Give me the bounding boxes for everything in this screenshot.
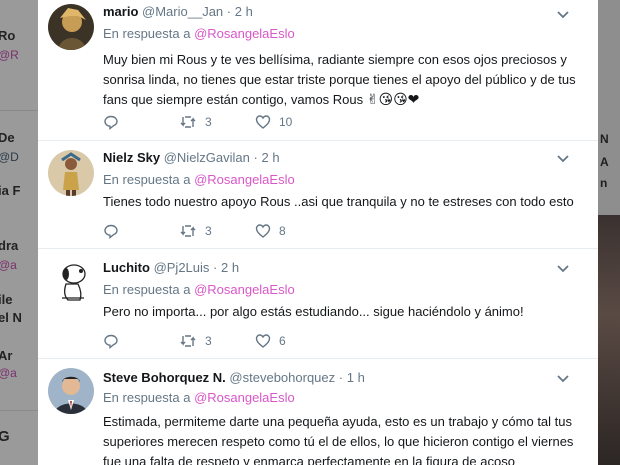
user-handle[interactable]: @Pj2Luis [154, 260, 210, 275]
timestamp[interactable]: 1 h [347, 370, 365, 385]
tweet-header: mario @Mario__Jan · 2 h [103, 4, 253, 19]
user-handle[interactable]: @stevebohorquez [229, 370, 335, 385]
avatar[interactable] [48, 4, 94, 50]
reply-tweet[interactable]: Luchito @Pj2Luis · 2 h En respuesta a @R… [38, 248, 598, 359]
heart-icon[interactable] [255, 333, 271, 349]
user-handle[interactable]: @Mario__Jan [142, 4, 223, 19]
timestamp[interactable]: 2 h [235, 4, 253, 19]
bg-fragment: el N [0, 310, 22, 325]
reply-context: En respuesta a @RosangelaEslo [103, 282, 295, 297]
like-count: 6 [279, 334, 286, 348]
reply-context: En respuesta a @RosangelaEslo [103, 172, 295, 187]
display-name[interactable]: Luchito [103, 260, 150, 275]
like-action[interactable]: 10 [255, 114, 292, 130]
reply-icon[interactable] [103, 223, 119, 239]
bg-fragment: A [600, 155, 609, 169]
reply-tweet[interactable]: mario @Mario__Jan · 2 h En respuesta a @… [38, 0, 598, 141]
reply-action[interactable] [103, 333, 119, 349]
bg-fragment: ile [0, 292, 13, 307]
mention-link[interactable]: @RosangelaEslo [194, 282, 295, 297]
bg-fragment: @a [0, 366, 17, 380]
background-timeline-right: N A n [598, 0, 620, 465]
user-handle[interactable]: @NielzGavilan [164, 150, 250, 165]
tweet-header: Luchito @Pj2Luis · 2 h [103, 260, 239, 275]
bg-fragment: De [0, 130, 15, 145]
reply-context: En respuesta a @RosangelaEslo [103, 26, 295, 41]
separator-dot: · [213, 260, 218, 275]
bg-fragment: @R [0, 48, 19, 62]
bg-fragment: N [600, 132, 609, 146]
emoji-sequence: ✌😘😘❤ [366, 92, 420, 108]
timestamp[interactable]: 2 h [221, 260, 239, 275]
separator-dot: · [253, 150, 258, 165]
display-name[interactable]: Steve Bohorquez N. [103, 370, 226, 385]
retweet-action[interactable]: 3 [179, 223, 212, 239]
tweet-actions: 3 10 [103, 114, 403, 132]
bg-fragment: @D [0, 150, 19, 164]
tweet-actions: 3 8 [103, 223, 403, 241]
tweet-header: Nielz Sky @NielzGavilan · 2 h [103, 150, 280, 165]
bg-fragment: @a [0, 258, 17, 272]
bg-fragment: Ar [0, 348, 13, 363]
tweet-text: Muy bien mi Rous y te ves bellísima, rad… [103, 50, 583, 110]
chevron-down-icon[interactable] [556, 8, 570, 22]
chevron-down-icon[interactable] [556, 262, 570, 276]
bg-fragment: dra [0, 238, 19, 253]
tweet-text: Tienes todo nuestro apoyo Rous ..asi que… [103, 192, 583, 212]
like-count: 8 [279, 224, 286, 238]
retweet-count: 3 [205, 115, 212, 129]
reply-tweet[interactable]: Nielz Sky @NielzGavilan · 2 h En respues… [38, 140, 598, 249]
tweet-text: Pero no importa... por algo estás estudi… [103, 302, 583, 322]
retweet-action[interactable]: 3 [179, 333, 212, 349]
chevron-down-icon[interactable] [556, 372, 570, 386]
display-name[interactable]: mario [103, 4, 138, 19]
retweet-icon[interactable] [179, 114, 197, 130]
bg-fragment: n [600, 176, 608, 190]
tweet-body: Pero no importa... por algo estás estudi… [103, 304, 524, 319]
mention-link[interactable]: @RosangelaEslo [194, 390, 295, 405]
chevron-down-icon[interactable] [556, 152, 570, 166]
reply-context: En respuesta a @RosangelaEslo [103, 390, 295, 405]
tweet-body: Estimada, permiteme darte una pequeña ay… [103, 414, 574, 465]
retweet-icon[interactable] [179, 223, 197, 239]
retweet-icon[interactable] [179, 333, 197, 349]
bg-fragment: G [0, 428, 10, 445]
tweet-body: Muy bien mi Rous y te ves bellísima, rad… [103, 52, 576, 107]
display-name[interactable]: Nielz Sky [103, 150, 160, 165]
background-timeline-left: Ro @R De @D ia F dra @a ile el N Ar @a G [0, 0, 38, 465]
avatar[interactable] [48, 368, 94, 414]
background-photo [598, 215, 620, 465]
tweet-header: Steve Bohorquez N. @stevebohorquez · 1 h [103, 370, 365, 385]
tweet-actions: 3 6 [103, 333, 403, 351]
avatar[interactable] [48, 150, 94, 196]
retweet-action[interactable]: 3 [179, 114, 212, 130]
reply-icon[interactable] [103, 333, 119, 349]
bg-fragment: Ro [0, 28, 16, 43]
like-count: 10 [279, 115, 293, 129]
retweet-count: 3 [205, 334, 212, 348]
reply-action[interactable] [103, 223, 119, 239]
mention-link[interactable]: @RosangelaEslo [194, 26, 295, 41]
separator-dot: · [226, 4, 232, 19]
reply-tweet[interactable]: Steve Bohorquez N. @stevebohorquez · 1 h… [38, 358, 598, 465]
mention-link[interactable]: @RosangelaEslo [194, 172, 295, 187]
avatar[interactable] [48, 258, 94, 304]
reply-prefix: En respuesta a [103, 282, 195, 297]
reply-prefix: En respuesta a [103, 172, 195, 187]
reply-prefix: En respuesta a [103, 390, 195, 405]
separator-dot: · [338, 370, 344, 385]
like-action[interactable]: 6 [255, 333, 286, 349]
heart-icon[interactable] [255, 223, 271, 239]
replies-panel: mario @Mario__Jan · 2 h En respuesta a @… [38, 0, 598, 465]
retweet-count: 3 [205, 224, 212, 238]
tweet-text: Estimada, permiteme darte una pequeña ay… [103, 412, 583, 465]
like-action[interactable]: 8 [255, 223, 286, 239]
timestamp[interactable]: 2 h [261, 150, 279, 165]
bg-fragment: ia F [0, 183, 21, 198]
reply-prefix: En respuesta a [103, 26, 195, 41]
tweet-body: Tienes todo nuestro apoyo Rous ..asi que… [103, 194, 574, 209]
reply-action[interactable] [103, 114, 119, 130]
reply-icon[interactable] [103, 114, 119, 130]
heart-icon[interactable] [255, 114, 271, 130]
